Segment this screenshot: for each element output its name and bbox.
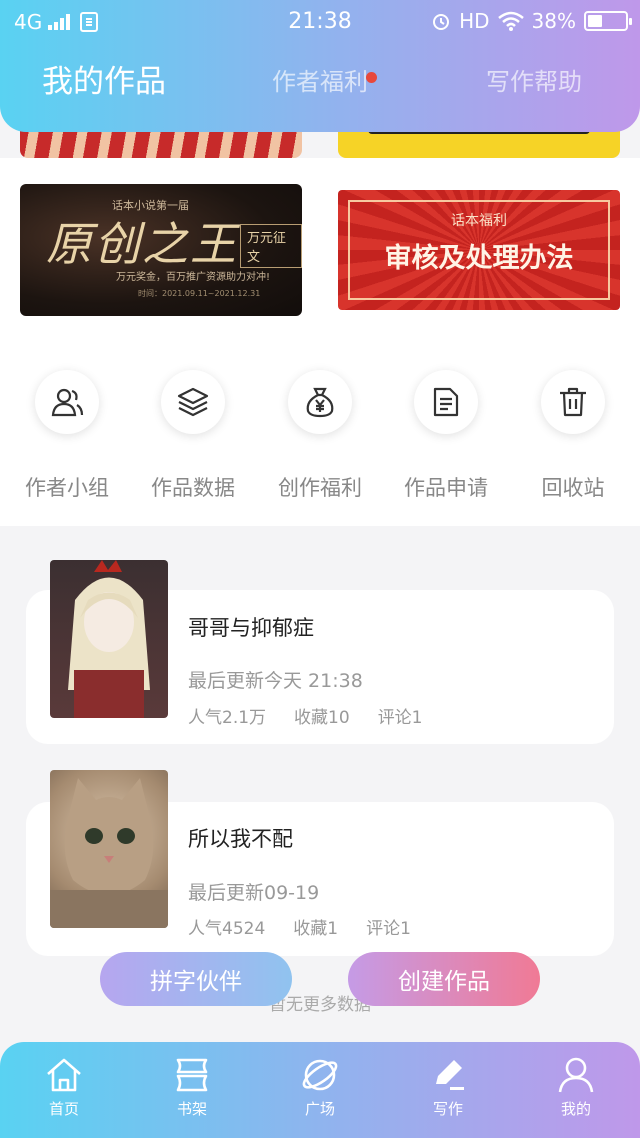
shortcut-row: 作者小组 作品数据 创作福利 作品申请 回收站 <box>0 340 640 526</box>
work-popularity: 人气2.1万 <box>188 708 267 728</box>
work-popularity: 人气4524 <box>188 919 266 939</box>
work-title[interactable]: 哥哥与抑郁症 <box>188 612 314 642</box>
banner-date: 时间：2021.09.11~2021.12.31 <box>138 289 261 298</box>
banner-subtitle: 话本福利 <box>451 213 507 229</box>
nav-bookshelf[interactable]: 书架 <box>147 1056 237 1119</box>
nav-label: 我的 <box>560 1100 591 1118</box>
pen-icon <box>436 1060 464 1090</box>
home-icon <box>47 1058 81 1092</box>
tab-label: 作者福利 <box>272 68 368 96</box>
nav-square[interactable]: 广场 <box>275 1056 365 1119</box>
nav-label: 书架 <box>176 1100 207 1118</box>
money-bag-icon <box>288 370 352 434</box>
tab-author-benefits[interactable]: 作者福利 <box>272 62 377 97</box>
work-favorites: 收藏1 <box>293 919 339 939</box>
work-favorites: 收藏10 <box>294 708 350 728</box>
shortcut-label: 创作福利 <box>278 476 362 500</box>
shortcut-label: 回收站 <box>541 476 605 500</box>
shortcut-work-data[interactable]: 作品数据 <box>133 370 253 502</box>
shortcut-work-application[interactable]: 作品申请 <box>386 370 506 502</box>
work-updated: 最后更新今天 21:38 <box>188 670 363 692</box>
nav-label: 写作 <box>432 1100 463 1118</box>
profile-icon <box>558 1057 594 1093</box>
layers-icon <box>161 370 225 434</box>
hd-label: HD <box>459 9 490 33</box>
bottom-nav: 首页 书架 广场 写作 我的 <box>0 1042 640 1138</box>
nav-profile[interactable]: 我的 <box>531 1056 621 1119</box>
banner-contest[interactable]: 话本小说第一届 原创之王 万元征文 万元奖金，百万推广资源助力对冲! 时间：20… <box>20 184 302 316</box>
nav-write[interactable]: 写作 <box>403 1056 493 1119</box>
banner-title: 审核及处理办法 <box>384 243 574 274</box>
shortcut-creation-benefits[interactable]: 创作福利 <box>260 370 380 502</box>
battery-percent: 38% <box>531 9 576 33</box>
planet-icon <box>302 1059 338 1091</box>
banner-desc: 万元奖金，百万推广资源助力对冲! <box>116 272 271 283</box>
bookshelf-icon <box>176 1058 208 1092</box>
work-stats: 人气2.1万 收藏10 评论1 <box>188 703 423 728</box>
nav-home[interactable]: 首页 <box>19 1056 109 1119</box>
nav-label: 广场 <box>304 1100 335 1118</box>
work-comments: 评论1 <box>377 708 423 728</box>
status-icons: HD 38% <box>431 9 632 33</box>
header-tabs: 我的作品 作者福利 写作帮助 <box>0 62 640 122</box>
alarm-icon <box>433 14 450 30</box>
banner-tag: 万元征文 <box>240 224 302 268</box>
banner-review-rules[interactable]: 话本福利 审核及处理办法 <box>338 190 620 310</box>
create-work-button[interactable]: 创建作品 <box>348 952 540 1006</box>
header: 4G 21:38 HD 38% 我的作品 作者福利 写作帮助 <box>0 0 640 132</box>
shortcut-recycle-bin[interactable]: 回收站 <box>513 370 633 502</box>
trash-icon <box>541 370 605 434</box>
status-bar: 4G 21:38 HD 38% <box>0 0 640 44</box>
document-icon <box>414 370 478 434</box>
work-stats: 人气4524 收藏1 评论1 <box>188 914 411 939</box>
work-cover-image[interactable] <box>50 770 168 928</box>
nav-label: 首页 <box>48 1100 79 1118</box>
shortcut-label: 作品数据 <box>151 476 235 500</box>
wifi-icon <box>497 11 524 31</box>
group-icon <box>35 370 99 434</box>
tab-label: 写作帮助 <box>486 68 582 96</box>
banner-title: 原创之王 <box>46 217 238 271</box>
shortcut-label: 作品申请 <box>404 476 488 500</box>
work-updated: 最后更新09-19 <box>188 882 320 904</box>
notification-dot <box>366 72 377 83</box>
shortcut-label: 作者小组 <box>25 476 109 500</box>
work-title[interactable]: 所以我不配 <box>188 823 293 853</box>
no-more-data: 暂无更多数据 <box>269 995 371 1015</box>
work-comments: 评论1 <box>366 919 411 939</box>
tab-label: 我的作品 <box>42 64 166 100</box>
tab-my-works[interactable]: 我的作品 <box>42 56 166 101</box>
work-cover-image[interactable] <box>50 560 168 718</box>
tab-writing-help[interactable]: 写作帮助 <box>486 62 582 97</box>
battery-icon <box>584 11 632 31</box>
shortcut-author-group[interactable]: 作者小组 <box>7 370 127 502</box>
partner-button[interactable]: 拼字伙伴 <box>100 952 292 1006</box>
